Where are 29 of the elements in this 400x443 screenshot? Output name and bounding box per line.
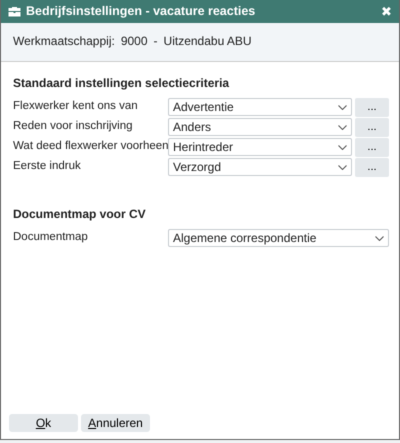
lookup-button[interactable]: ...	[355, 98, 389, 116]
dropdown[interactable]: Anders	[168, 118, 352, 136]
field-label: Reden voor inschrijving	[13, 119, 134, 134]
dropdown[interactable]: Advertentie	[168, 98, 352, 116]
separator-text: -	[154, 33, 158, 50]
field-label: Flexwerker kent ons van	[13, 99, 139, 114]
chevron-down-icon	[375, 236, 384, 240]
company-code: 9000	[120, 33, 148, 50]
window-title: Bedrijfsinstellingen - vacature reacties	[26, 3, 256, 20]
dropdown[interactable]: Verzorgd	[168, 158, 352, 176]
dialog-button[interactable]: Ok	[9, 414, 78, 432]
briefcase-icon	[8, 6, 21, 17]
chevron-down-icon	[338, 144, 347, 150]
lookup-button[interactable]: ...	[355, 118, 389, 136]
chevron-down-icon	[338, 164, 347, 170]
company-label: Werkmaatschappij:	[13, 33, 115, 50]
lookup-button[interactable]: ...	[355, 138, 389, 156]
close-button[interactable]: ✖	[381, 5, 392, 18]
dropdown[interactable]: Herintreder	[168, 138, 352, 156]
chevron-down-icon	[338, 124, 347, 130]
section-heading: Standaard instellingen selectiecriteria	[13, 75, 230, 92]
lookup-button[interactable]: ...	[355, 158, 389, 176]
dialog-button[interactable]: Annuleren	[81, 414, 150, 432]
section-heading: Documentmap voor CV	[13, 206, 147, 223]
field-label: Eerste indruk	[13, 159, 82, 174]
chevron-down-icon	[338, 104, 347, 110]
company-name: Uitzendabu ABU	[164, 33, 252, 50]
dropdown[interactable]: Algemene correspondentie	[168, 229, 389, 247]
field-label: Documentmap	[13, 230, 89, 246]
